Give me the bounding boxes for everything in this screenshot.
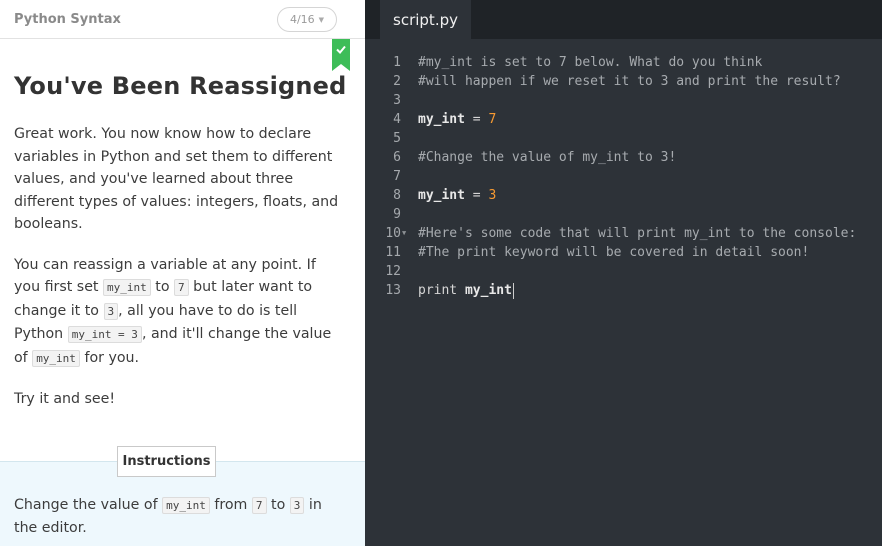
lesson-panel: Python Syntax 4/16 ▼ You've Been Reassig… bbox=[0, 0, 365, 546]
progress-dropdown[interactable]: 4/16 ▼ bbox=[277, 7, 337, 32]
line-number: 5 bbox=[393, 131, 401, 146]
code-line[interactable]: 12 bbox=[365, 262, 882, 281]
line-number: 8 bbox=[393, 188, 401, 203]
line-number: 11 bbox=[385, 245, 401, 260]
line-number: 10 bbox=[385, 226, 401, 241]
line-number: 9 bbox=[393, 207, 401, 222]
code-comment: #my_int is set to 7 below. What do you t… bbox=[418, 55, 763, 70]
line-number: 2 bbox=[393, 74, 401, 89]
text-cursor bbox=[512, 282, 514, 299]
line-number: 13 bbox=[385, 283, 401, 298]
code-line[interactable]: 8 my_int = 3 bbox=[365, 186, 882, 205]
code-line[interactable]: 5 bbox=[365, 129, 882, 148]
inline-code: 7 bbox=[251, 497, 267, 514]
fold-arrow-icon[interactable]: ▼ bbox=[402, 224, 406, 243]
code-keyword: print bbox=[418, 283, 465, 298]
instructions-label: Instructions bbox=[117, 446, 216, 477]
code-comment: #Here's some code that will print my_int… bbox=[418, 226, 857, 241]
code-comment: #will happen if we reset it to 3 and pri… bbox=[418, 74, 841, 89]
code-line[interactable]: 9 bbox=[365, 205, 882, 224]
editor-tabbar: script.py bbox=[365, 0, 882, 40]
inline-code: 3 bbox=[103, 302, 119, 320]
code-line[interactable]: 10 ▼ #Here's some code that will print my_… bbox=[365, 224, 882, 243]
progress-label: 4/16 bbox=[289, 13, 315, 26]
code-line[interactable]: 13 print my_int bbox=[365, 281, 882, 300]
line-number: 7 bbox=[393, 169, 401, 184]
inline-code: my_int = 3 bbox=[67, 326, 142, 343]
code-line[interactable]: 6 #Change the value of my_int to 3! bbox=[365, 148, 882, 167]
code-line[interactable]: 7 bbox=[365, 167, 882, 186]
lesson-paragraph-2: You can reassign a variable at any point… bbox=[14, 256, 332, 367]
line-number: 3 bbox=[393, 93, 401, 108]
tab-script-py[interactable]: script.py bbox=[380, 0, 471, 40]
line-number: 1 bbox=[393, 55, 401, 70]
code-line[interactable]: 4 my_int = 7 bbox=[365, 110, 882, 129]
line-number: 4 bbox=[393, 112, 401, 127]
lesson-content: Great work. You now know how to declare … bbox=[14, 123, 344, 429]
code-operator: = bbox=[464, 112, 489, 127]
chevron-down-icon: ▼ bbox=[318, 15, 325, 24]
code-comment: #The print keyword will be covered in de… bbox=[418, 245, 810, 260]
code-number: 3 bbox=[488, 188, 497, 203]
code-comment: #Change the value of my_int to 3! bbox=[418, 150, 677, 165]
lesson-paragraph-1: Great work. You now know how to declare … bbox=[14, 126, 339, 232]
code-line[interactable]: 3 bbox=[365, 91, 882, 110]
code-identifier: my_int bbox=[464, 283, 512, 298]
code-line[interactable]: 2 #will happen if we reset it to 3 and pr… bbox=[365, 72, 882, 91]
code-editor[interactable]: 1 #my_int is set to 7 below. What do you … bbox=[365, 53, 882, 300]
inline-code: 3 bbox=[289, 497, 305, 514]
course-title: Python Syntax bbox=[14, 12, 121, 27]
instructions-text: Change the value of my_int from 7 to 3 i… bbox=[14, 497, 322, 536]
inline-code: my_int bbox=[32, 349, 80, 367]
code-number: 7 bbox=[488, 112, 497, 127]
editor-panel: script.py 1 #my_int is set to 7 below. Wh… bbox=[365, 0, 882, 546]
lesson-header: Python Syntax 4/16 ▼ bbox=[0, 0, 365, 39]
check-bookmark-icon bbox=[332, 39, 350, 71]
code-line[interactable]: 11 #The print keyword will be covered in … bbox=[365, 243, 882, 262]
lesson-title: You've Been Reassigned bbox=[14, 72, 347, 100]
inline-code: my_int bbox=[162, 497, 210, 514]
line-number: 12 bbox=[385, 264, 401, 279]
line-number: 6 bbox=[393, 150, 401, 165]
code-identifier: my_int bbox=[418, 188, 465, 203]
code-identifier: my_int bbox=[418, 112, 465, 127]
lesson-paragraph-3: Try it and see! bbox=[14, 391, 116, 407]
inline-code: 7 bbox=[174, 279, 189, 296]
code-line[interactable]: 1 #my_int is set to 7 below. What do you … bbox=[365, 53, 882, 72]
inline-code: my_int bbox=[103, 279, 151, 296]
code-operator: = bbox=[464, 188, 489, 203]
